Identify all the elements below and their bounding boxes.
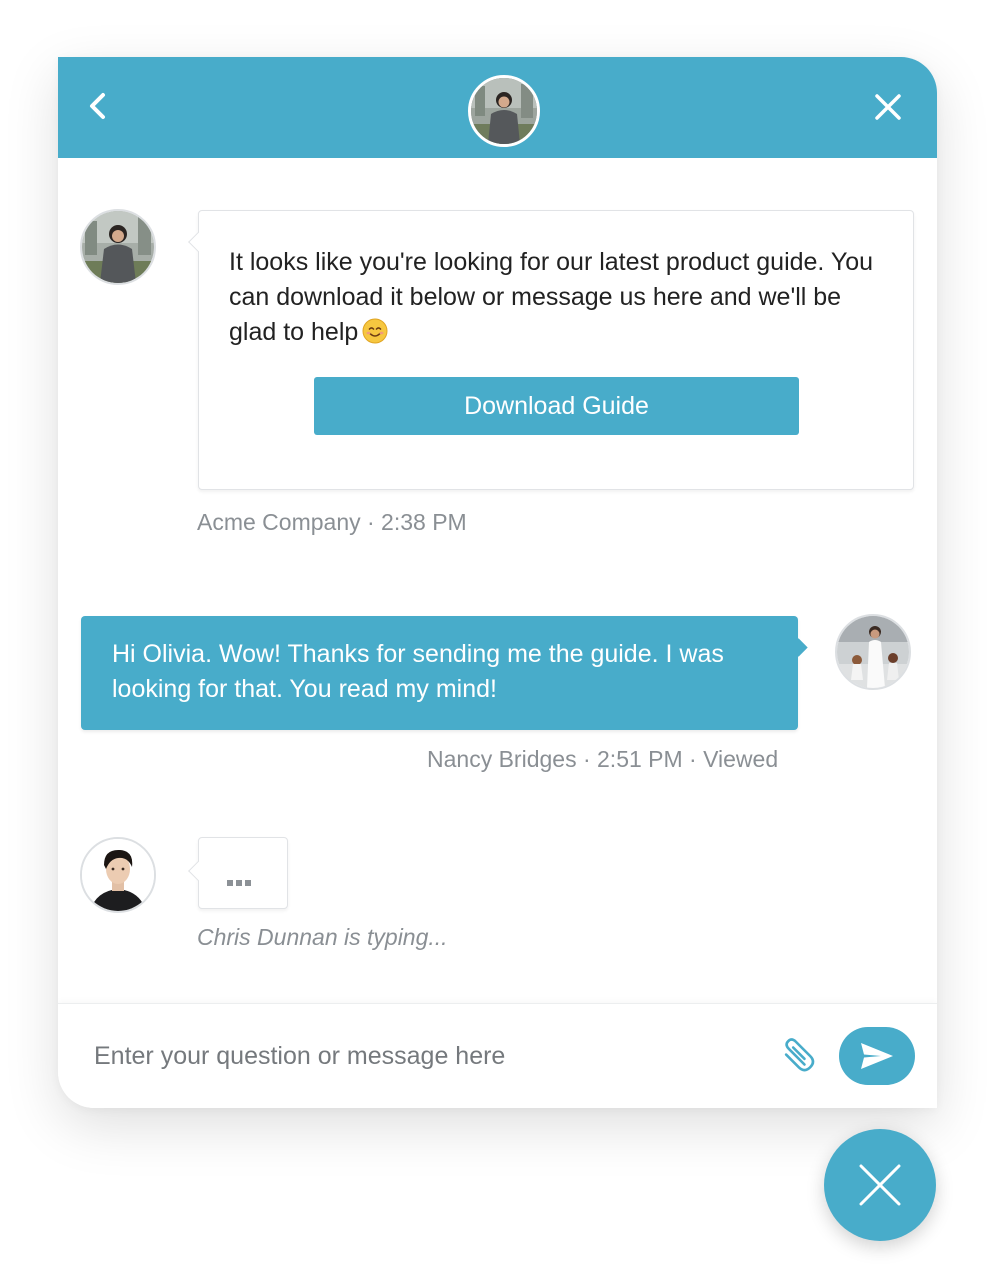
bubble-tail xyxy=(789,638,808,657)
header-agent-avatar xyxy=(468,75,540,147)
bubble-tail xyxy=(188,861,208,881)
bubble-tail xyxy=(188,232,208,252)
send-button[interactable] xyxy=(839,1027,915,1085)
send-icon xyxy=(861,1043,893,1069)
close-button[interactable] xyxy=(864,83,912,131)
message-body: It looks like you're looking for our lat… xyxy=(229,248,874,346)
chat-header xyxy=(58,57,937,158)
message-text: It looks like you're looking for our lat… xyxy=(229,245,894,354)
chat-widget: It looks like you're looking for our lat… xyxy=(58,57,937,1108)
agent-avatar-chris xyxy=(80,837,156,913)
agent-avatar-olivia xyxy=(80,209,156,285)
smiling-face-emoji xyxy=(362,318,388,354)
message-meta: Acme Company · 2:38 PM xyxy=(197,509,467,535)
agent-photo xyxy=(82,211,154,283)
message-composer xyxy=(58,1003,937,1108)
agent-photo xyxy=(471,78,537,144)
close-icon xyxy=(875,94,901,120)
attach-button[interactable] xyxy=(774,1034,818,1078)
typing-status: Chris Dunnan is typing... xyxy=(197,924,448,950)
typing-dots-icon xyxy=(227,880,251,886)
typing-bubble xyxy=(188,837,288,909)
back-button[interactable] xyxy=(74,83,122,131)
chevron-left-icon xyxy=(90,93,105,119)
download-guide-button[interactable]: Download Guide xyxy=(314,377,799,435)
launcher-close-button[interactable] xyxy=(824,1129,936,1241)
agent-photo xyxy=(82,839,154,911)
message-meta: Nancy Bridges · 2:51 PM · Viewed xyxy=(427,746,779,772)
message-input[interactable] xyxy=(92,1029,736,1083)
user-avatar-nancy xyxy=(835,614,911,690)
outgoing-message-bubble: Hi Olivia. Wow! Thanks for sending me th… xyxy=(81,616,808,730)
incoming-message-bubble: It looks like you're looking for our lat… xyxy=(188,210,914,490)
user-photo xyxy=(837,616,909,688)
close-icon xyxy=(859,1164,901,1206)
paperclip-icon xyxy=(784,1038,815,1072)
message-text: Hi Olivia. Wow! Thanks for sending me th… xyxy=(112,640,724,703)
